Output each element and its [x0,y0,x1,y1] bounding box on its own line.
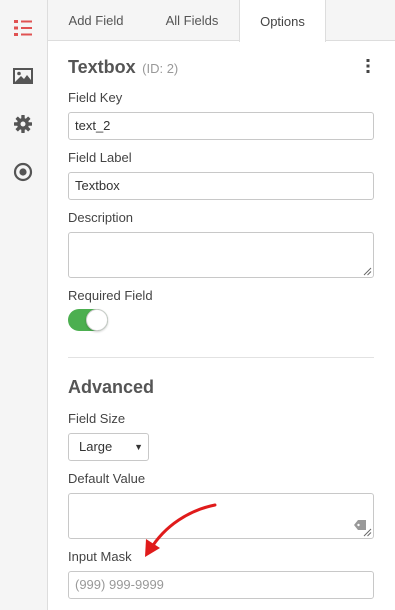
dropdown-arrow-icon: ▼ [134,442,143,452]
field-header: Textbox (ID: 2) [68,57,374,79]
input-mask-input[interactable]: (999) 999-9999 [68,571,374,599]
field-label-label: Field Label [68,150,132,165]
field-id: (ID: 2) [142,61,179,76]
default-value-label: Default Value [68,471,146,486]
field-key-label: Field Key [68,90,123,105]
tab-options[interactable]: Options [239,0,326,42]
tab-label: All Fields [165,13,219,28]
description-textarea[interactable] [68,232,374,278]
input-mask-label: Input Mask [68,549,132,564]
gear-icon[interactable] [12,113,34,135]
fields-list-icon[interactable] [12,17,34,39]
required-field-label: Required Field [68,288,153,303]
field-size-select[interactable]: Large ▼ [68,433,149,461]
field-title: Textbox [68,57,136,77]
field-size-label: Field Size [68,411,126,426]
tab-label: Add Field [68,13,124,28]
required-field-toggle[interactable] [68,309,108,331]
section-divider [68,357,374,358]
radio-target-icon[interactable] [12,161,34,183]
resize-grip-icon[interactable] [363,267,372,276]
default-value-textarea[interactable] [68,493,374,539]
advanced-section-title: Advanced [68,377,155,397]
image-icon[interactable] [12,65,34,87]
tab-add-field[interactable]: Add Field [48,0,144,41]
field-size-value: Large [79,439,113,454]
description-label: Description [68,210,134,225]
field-key-input[interactable]: text_2 [68,112,374,140]
tab-all-fields[interactable]: All Fields [144,0,240,41]
field-label-input[interactable]: Textbox [68,172,374,200]
left-icon-rail [0,0,48,610]
tab-label: Options [260,13,305,29]
tab-bar: Add Field All Fields Options [48,0,395,42]
resize-grip-icon[interactable] [363,528,372,537]
input-mask-placeholder: (999) 999-9999 [75,577,164,592]
toggle-knob [86,309,108,331]
more-options-icon[interactable] [362,59,374,75]
